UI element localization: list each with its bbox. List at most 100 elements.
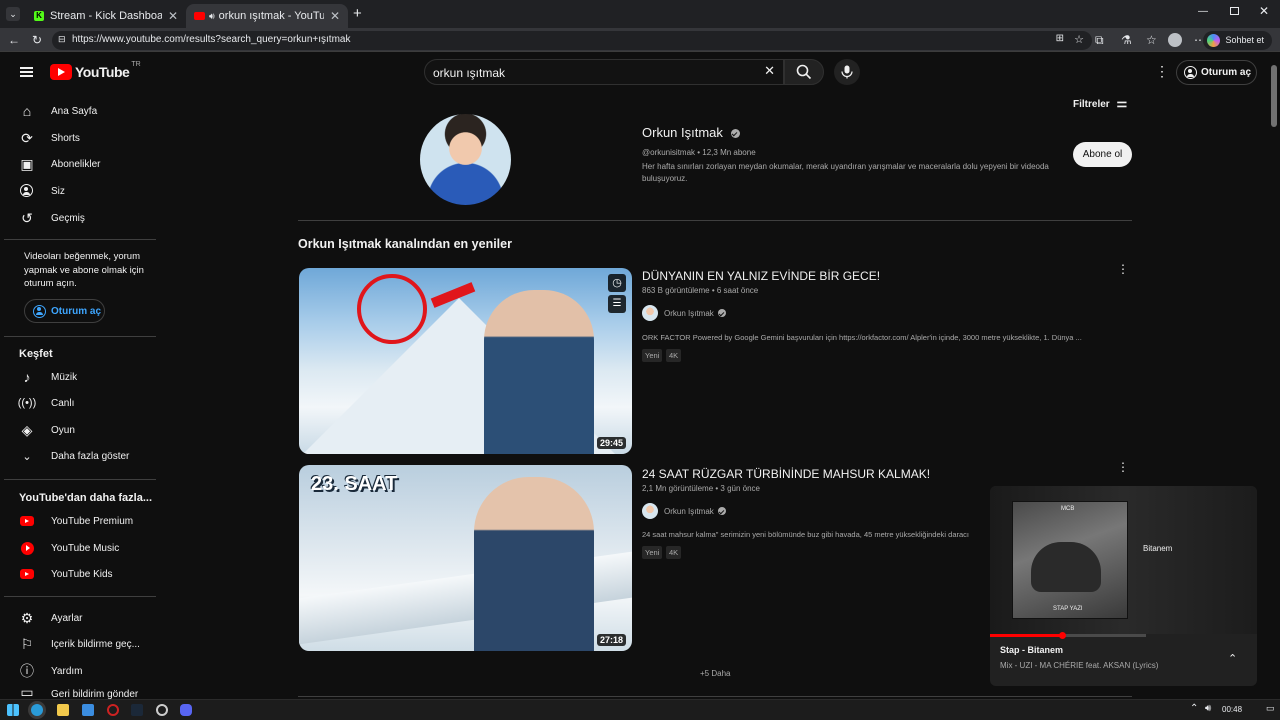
clear-search-icon[interactable]: ✕ [764,63,775,79]
read-mode-icon[interactable]: ⊞ [1056,33,1064,44]
sidebar-item-kids[interactable]: YouTube Kids [0,561,160,587]
scrollbar-thumb[interactable] [1271,65,1277,127]
video-title[interactable]: DÜNYANIN EN YALNIZ EVİNDE BİR GECE! [642,269,880,283]
settings-more-icon[interactable]: ⋮ [1155,64,1169,78]
watch-later-icon[interactable]: ◷ [608,274,626,292]
video-menu-icon[interactable]: ⋮ [1117,461,1129,473]
sidebar-item-show-more[interactable]: ⌄ Daha fazla göster [0,443,160,469]
sidebar-item-report[interactable]: ⚐ İçerik bildirme geç... [0,631,160,657]
search-icon [796,64,812,80]
youtube-logo-icon [50,64,72,80]
opera-icon[interactable] [107,704,119,716]
sidebar-item-settings[interactable]: ⚙ Ayarlar [0,605,160,631]
store-icon[interactable] [82,704,94,716]
site-info-icon[interactable]: ⊟ [58,34,66,45]
sidebar-item-label: Canlı [51,397,75,409]
sidebar-item-live[interactable]: ((•)) Canlı [0,390,160,416]
video-menu-icon[interactable]: ⋮ [1117,263,1129,275]
video-description: 24 saat mahsur kalma" serimizin yeni böl… [642,530,969,539]
video-thumbnail[interactable]: 23. SAAT 27:18 [299,465,632,651]
subscribe-button[interactable]: Abone ol [1073,142,1132,167]
sidebar-item-label: YouTube Music [51,542,120,554]
sidebar-item-music[interactable]: ♪ Müzik [0,364,160,390]
flag-icon: ⚐ [20,635,34,652]
youtube-music-icon [19,540,35,556]
sidebar-item-home[interactable]: ⌂ Ana Sayfa [0,98,160,124]
music-icon: ♪ [23,369,31,385]
discord-icon[interactable] [180,704,192,716]
miniplayer-progress[interactable] [990,632,1146,639]
sidebar-item-gaming[interactable]: ◈ Oyun [0,417,160,443]
video-channel[interactable]: Orkun Işıtmak [642,305,726,321]
steam-icon[interactable] [131,704,143,716]
hamburger-menu-icon[interactable] [20,67,33,77]
copilot-button[interactable]: Sohbet et [1203,31,1272,50]
windows-start-icon[interactable] [7,704,19,716]
sidebar-item-feedback[interactable]: ▭ Geri bildirim gönder [0,685,160,699]
close-tab-icon[interactable]: ✕ [168,9,178,23]
search-input[interactable]: orkun ışıtmak ✕ [424,59,784,85]
close-window-button[interactable]: ✕ [1259,4,1269,18]
file-explorer-icon[interactable] [57,704,69,716]
search-button[interactable] [784,59,824,85]
expand-chevron-icon[interactable]: ⌃ [1228,652,1237,665]
progress-scrubber[interactable] [1058,632,1066,639]
sidebar-item-you[interactable]: Siz [0,178,160,204]
show-more-link[interactable]: +5 Daha [700,669,730,678]
favorites-icon[interactable]: ☆ [1146,33,1157,47]
sidebar-signin-button[interactable]: Oturum aç [24,299,105,323]
sidebar-item-label: Siz [51,185,65,197]
new-tab-button[interactable]: + [353,5,362,22]
clock[interactable]: 00:48 [1222,705,1242,714]
sidebar-item-music-app[interactable]: YouTube Music [0,535,160,561]
tab-kick[interactable]: K Stream - Kick Dashboard ✕ [26,4,186,28]
notification-icon[interactable]: ▭ [1266,703,1275,714]
voice-search-button[interactable] [834,59,860,85]
filters-button[interactable]: Filtreler ⚌ [1073,96,1127,110]
person-figure [474,477,594,651]
page-scrollbar[interactable] [1268,53,1280,699]
channel-avatar[interactable] [420,114,511,205]
sidebar-item-history[interactable]: ↺ Geçmiş [0,205,160,231]
video-title[interactable]: 24 SAAT RÜZGAR TÜRBİNİNDE MAHSUR KALMAK! [642,467,930,481]
miniplayer-overlay-text: Bitanem [1143,544,1173,553]
signin-button[interactable]: Oturum aç [1176,60,1257,85]
channel-mini-avatar[interactable] [642,503,658,519]
miniplayer-video[interactable]: MCB STAP YAZI Bitanem [990,486,1257,634]
video-duration: 27:18 [596,634,626,646]
youtube-kids-icon [19,566,35,582]
back-icon[interactable]: ← [8,33,20,47]
extensions-icon[interactable]: ⧉ [1095,33,1104,48]
tab-list-button[interactable]: ⌄ [6,7,20,21]
obs-icon[interactable] [156,704,168,716]
sidebar-item-shorts[interactable]: ⟳ Shorts [0,125,160,151]
volume-icon[interactable]: 🔊︎ [1205,703,1211,714]
bookmark-star-icon[interactable]: ☆ [1074,33,1084,46]
channel-mini-avatar[interactable] [642,305,658,321]
video-thumbnail[interactable]: ◷ ☰ 29:45 [299,268,632,454]
minimize-button[interactable]: — [1198,6,1208,17]
collections-icon[interactable]: ⚗ [1121,33,1132,47]
speaker-icon[interactable]: 🔊︎ [209,11,215,22]
miniplayer[interactable]: MCB STAP YAZI Bitanem Stap - Bitanem Mix… [990,486,1257,686]
youtube-logo[interactable]: YouTube TR [50,61,141,80]
add-to-queue-icon[interactable]: ☰ [608,295,626,313]
sidebar-item-premium[interactable]: YouTube Premium [0,508,160,534]
edge-browser-icon[interactable] [31,704,43,716]
close-tab-icon[interactable]: ✕ [330,9,340,23]
sidebar-item-label: Yardım [51,665,83,677]
restore-button[interactable] [1230,7,1239,15]
sidebar-item-help[interactable]: ⓘ Yardım [0,658,160,684]
tab-youtube[interactable]: 🔊︎ orkun ışıtmak - YouTube ✕ [186,4,348,28]
profile-avatar[interactable] [1168,33,1182,47]
video-channel[interactable]: Orkun Işıtmak [642,503,726,519]
sidebar-item-subscriptions[interactable]: ▣ Abonelikler [0,151,160,177]
channel-name-row[interactable]: Orkun Işıtmak [642,125,740,140]
url-field[interactable]: ⊟ https://www.youtube.com/results?search… [52,31,1092,50]
gaming-icon: ◈ [21,421,33,438]
filter-sliders-icon: ⚌ [1116,96,1128,110]
reload-icon[interactable]: ↻ [32,33,42,47]
gear-icon: ⚙ [20,609,34,626]
more-from-youtube-heading: YouTube'dan daha fazla... [19,492,152,504]
tray-chevron-icon[interactable]: ⌃ [1190,703,1198,714]
